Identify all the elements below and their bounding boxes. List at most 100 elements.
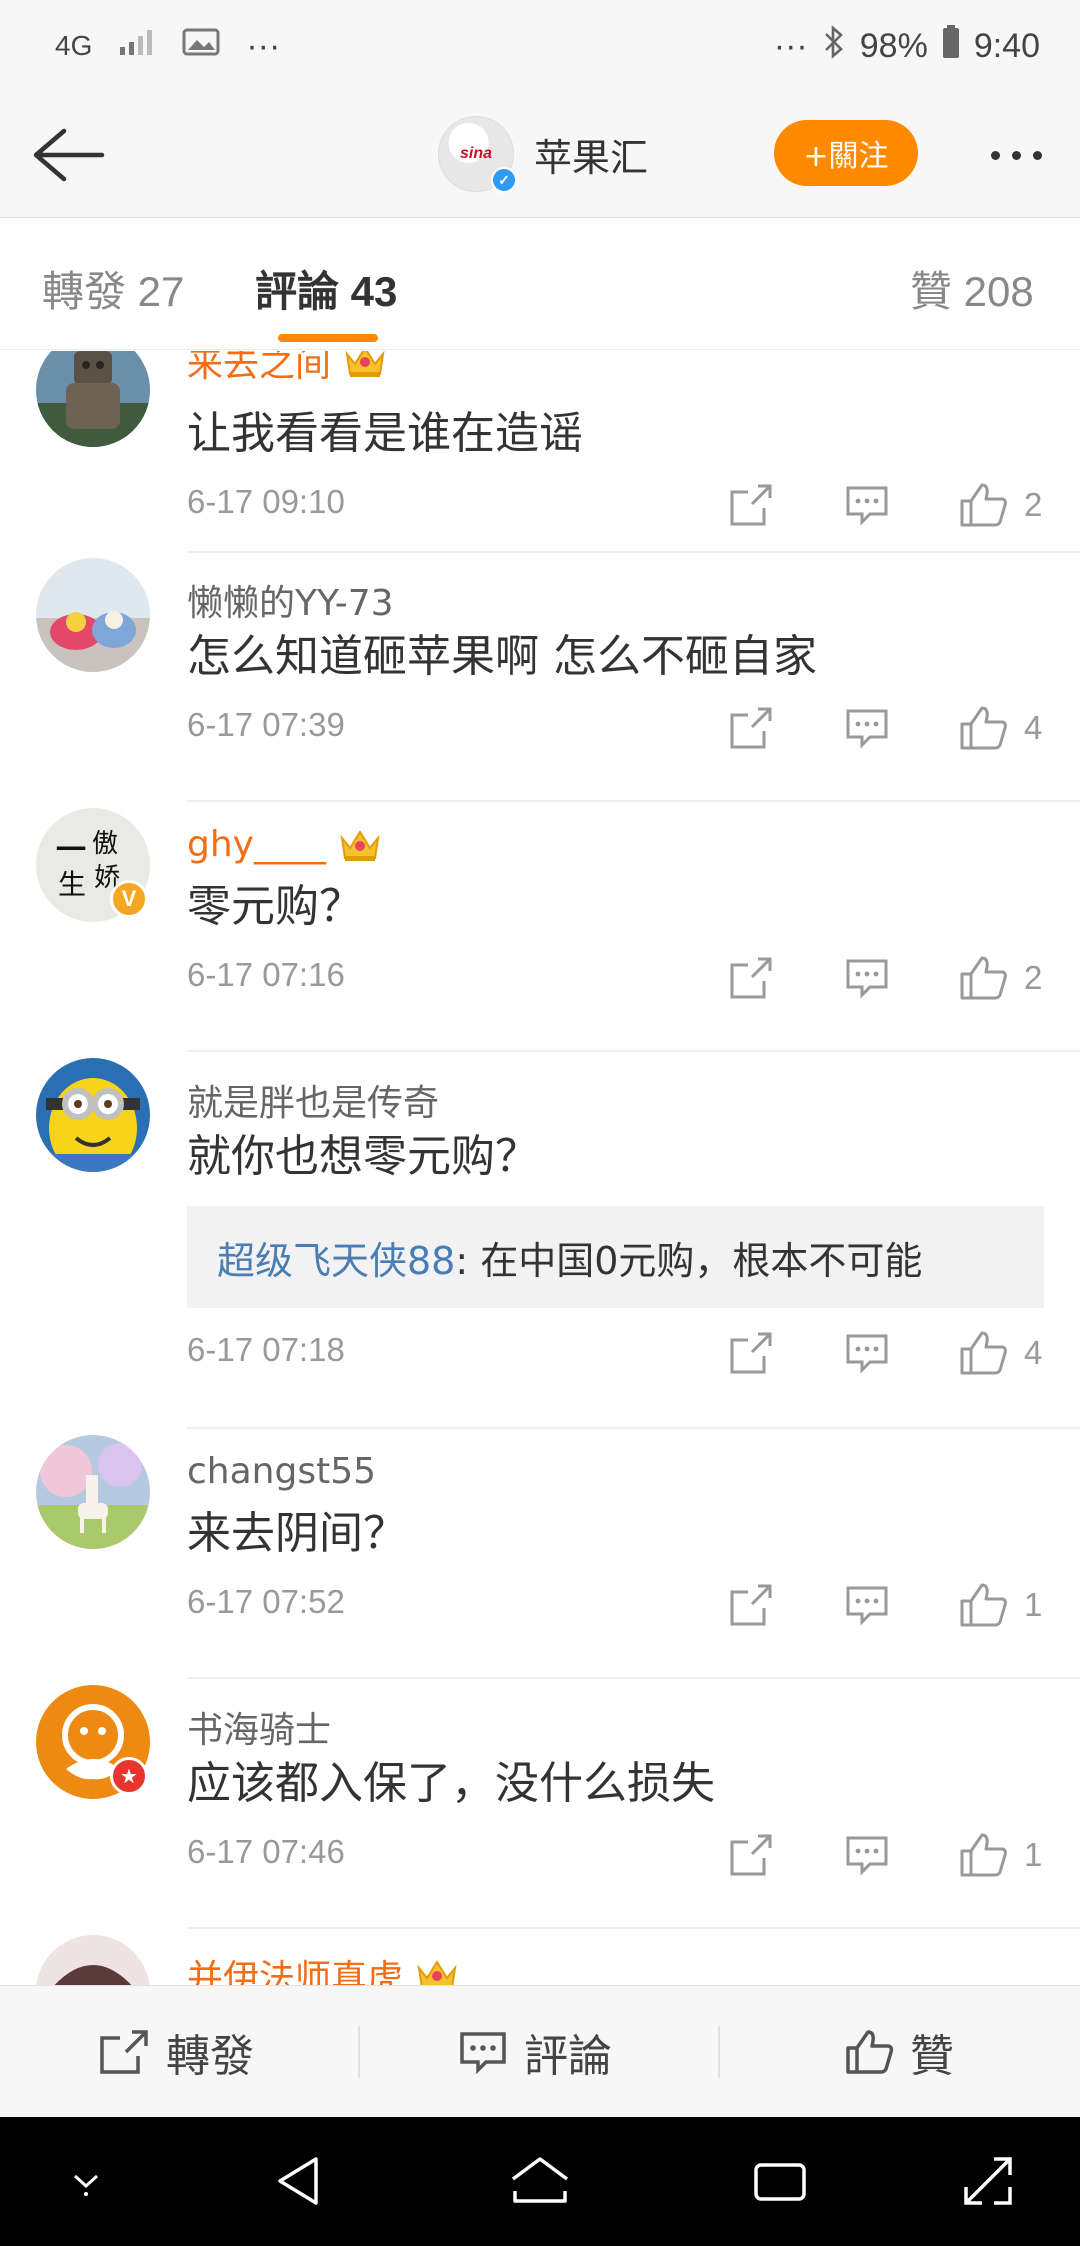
battery-percent: 98% [859, 26, 928, 65]
reply-button[interactable] [844, 1577, 890, 1633]
like-button[interactable]: 1 [958, 1577, 1042, 1633]
comment-actions: 1 [728, 1827, 1058, 1883]
thumbs-up-icon [846, 2030, 894, 2074]
recents-icon [754, 2163, 806, 2201]
system-back-button[interactable] [264, 2145, 336, 2217]
reply-button[interactable] [844, 700, 890, 756]
comment-username[interactable]: ghy____ [187, 824, 382, 865]
comment-username[interactable]: 就是胖也是传奇 [187, 1074, 439, 1126]
crown-icon [417, 1960, 457, 1985]
repost-icon [730, 707, 772, 749]
reply-button[interactable] [844, 1827, 890, 1883]
clock: 9:40 [973, 26, 1040, 65]
reply-username[interactable]: 超级飞天侠88 [217, 1230, 455, 1285]
comment-list[interactable]: 来去之间 让我看看是谁在造谣 6-17 09:10 2 懒懒的YY-73 怎么知… [0, 351, 1080, 1985]
thumbs-up-icon [960, 706, 1007, 750]
thumbs-up-icon [960, 1331, 1007, 1375]
comment-time: 6-17 07:46 [187, 1833, 345, 1870]
bottom-repost-button[interactable]: 轉發 [98, 1986, 254, 2118]
reply-button[interactable] [844, 1325, 890, 1381]
gallery-icon [182, 26, 220, 66]
comment-icon [460, 2032, 506, 2075]
avatar[interactable] [36, 558, 150, 672]
more-dot-icon [1011, 150, 1021, 160]
account-avatar-text: sina [459, 145, 492, 162]
avatar[interactable] [36, 1435, 150, 1549]
repost-button[interactable] [728, 950, 774, 1006]
like-count: 4 [1024, 1334, 1043, 1371]
reply-button[interactable] [844, 950, 890, 1006]
more-dot-icon [990, 150, 1000, 160]
like-count: 2 [1024, 486, 1043, 523]
thumbs-up-icon [960, 1833, 1007, 1877]
tab-reposts[interactable]: 轉發 27 [42, 258, 184, 319]
like-button[interactable]: 2 [958, 477, 1042, 533]
minion-avatar-icon [36, 1058, 150, 1172]
avatar[interactable] [36, 1058, 150, 1172]
like-button[interactable]: 1 [958, 1827, 1042, 1883]
chevron-down-icon [73, 2174, 99, 2196]
comment-icon [846, 1836, 888, 1876]
comment-time: 6-17 07:16 [187, 956, 345, 993]
comment-divider [187, 1427, 1080, 1429]
bottom-action-bar: 轉發 評論 贊 [0, 1985, 1080, 2117]
hide-keyboard-button[interactable] [50, 2145, 122, 2217]
comment-divider [187, 551, 1080, 553]
follow-button[interactable]: +關注 [774, 120, 918, 186]
bottom-comment-button[interactable]: 評論 [458, 1986, 612, 2118]
avatar-char: 生 [58, 868, 86, 901]
username-text[interactable]: 来去之间 [187, 351, 331, 387]
account-name[interactable]: 苹果汇 [534, 127, 648, 182]
like-count: 1 [1024, 1586, 1043, 1623]
comment-username[interactable]: 并伊法师真虎 [187, 1949, 459, 1985]
comment-text: 零元购？ [187, 881, 363, 932]
comment-text: 应该都入保了，没什么损失 [187, 1758, 715, 1809]
reply-preview[interactable]: 超级飞天侠88 : 在中国0元购，根本不可能 [187, 1206, 1044, 1308]
repost-button[interactable] [728, 1577, 774, 1633]
comment-time: 6-17 09:10 [187, 483, 345, 520]
like-button[interactable]: 4 [958, 700, 1042, 756]
thumbs-up-icon [960, 956, 1007, 1000]
system-recents-button[interactable] [744, 2145, 816, 2217]
account-avatar[interactable]: sina ✓ [438, 116, 517, 193]
system-home-button[interactable] [504, 2145, 576, 2217]
repost-icon [100, 2030, 148, 2074]
comment-username[interactable]: 懒懒的YY-73 [187, 574, 394, 626]
repost-button[interactable] [728, 700, 774, 756]
comment-username[interactable]: 书海骑士 [187, 1701, 331, 1753]
red-badge-icon: ★ [110, 1757, 148, 1795]
back-button[interactable] [28, 122, 108, 188]
comment-actions: 2 [728, 477, 1058, 533]
comment-username[interactable]: changst55 [187, 1451, 376, 1492]
bottom-comment-label: 評論 [524, 2031, 612, 2082]
more-options-button[interactable] [976, 130, 1056, 180]
comment-divider [187, 800, 1080, 802]
tab-comments[interactable]: 評論 43 [255, 258, 397, 319]
bottom-like-button[interactable]: 贊 [844, 1986, 954, 2118]
comment-divider [187, 1050, 1080, 1052]
robot-avatar-icon [36, 351, 150, 447]
status-overflow-right: ··· [773, 26, 808, 65]
llama-painting-avatar-icon [36, 1435, 150, 1549]
repost-button[interactable] [728, 1325, 774, 1381]
repost-button[interactable] [728, 1827, 774, 1883]
repost-button[interactable] [728, 477, 774, 533]
battery-icon [942, 24, 960, 68]
like-button[interactable]: 4 [958, 1325, 1042, 1381]
avatar[interactable] [36, 351, 150, 447]
active-tab-indicator [278, 334, 378, 342]
tab-likes[interactable]: 贊 208 [910, 258, 1034, 319]
system-navigation-bar [0, 2117, 1080, 2246]
home-icon [511, 2157, 569, 2203]
username-text[interactable]: ghy____ [187, 824, 326, 865]
reply-button[interactable] [844, 477, 890, 533]
system-expand-button[interactable] [952, 2145, 1024, 2217]
account-header[interactable]: sina ✓ 苹果汇 [438, 116, 648, 193]
more-dot-icon [1032, 150, 1042, 160]
comment-username[interactable]: 来去之间 [187, 351, 387, 387]
like-button[interactable]: 2 [958, 950, 1042, 1006]
verified-badge-icon: V [110, 880, 148, 918]
username-text[interactable]: 并伊法师真虎 [187, 1949, 403, 1985]
comment-text: 怎么知道砸苹果啊 怎么不砸自家 [187, 631, 817, 682]
avatar[interactable] [36, 1935, 150, 1985]
